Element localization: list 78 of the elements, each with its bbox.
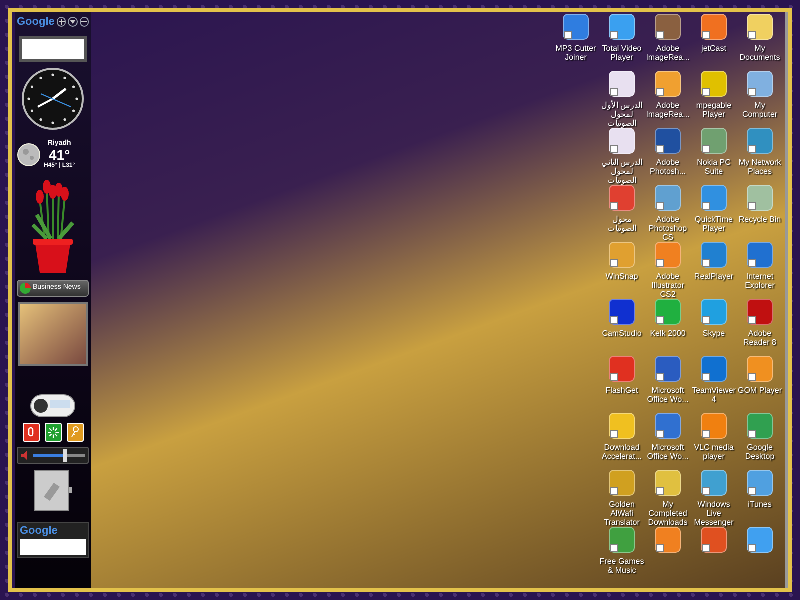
icon-label: FlashGet <box>604 386 640 395</box>
icon-label: Adobe ImageRea... <box>645 44 691 62</box>
icon-label: Adobe ImageRea... <box>645 101 691 119</box>
shortcut-icon[interactable] <box>747 71 773 97</box>
analog-clock-drawing <box>21 66 85 130</box>
add-gadget-button[interactable] <box>56 17 66 28</box>
restart-button[interactable] <box>44 422 62 442</box>
icon-label: My Documents <box>738 44 782 62</box>
shortcut-icon[interactable] <box>609 14 635 40</box>
icon-label: My Network Places <box>738 158 782 176</box>
shortcut-icon[interactable] <box>563 14 589 40</box>
icon-label: الدرس الأول لمحول الصوتيات <box>600 101 644 128</box>
icon-label: iTunes <box>747 500 773 509</box>
shortcut-icon[interactable] <box>655 14 681 40</box>
moon-icon <box>17 142 41 166</box>
shortcut-icon[interactable] <box>609 299 635 325</box>
plus-icon <box>58 19 65 26</box>
shortcut-icon[interactable] <box>701 527 727 553</box>
icon-label: My Computer <box>741 101 779 119</box>
google-logo: Google <box>17 15 55 30</box>
icon-label: TeamViewer 4 <box>691 386 737 404</box>
icon-label: My Completed Downloads <box>647 500 689 527</box>
minus-icon <box>81 21 88 24</box>
shortcut-icon[interactable] <box>655 71 681 97</box>
search-field[interactable] <box>20 539 86 555</box>
icon-label: Microsoft Office Wo... <box>646 386 690 404</box>
speaker-icon <box>21 450 30 460</box>
icon-label: Windows Live Messenger <box>693 500 735 527</box>
weather-temperature: 41° <box>49 148 70 162</box>
icon-label: Internet Explorer <box>744 272 776 290</box>
pie-chart-icon <box>20 282 31 294</box>
lock-button[interactable] <box>66 422 84 442</box>
shortcut-icon[interactable] <box>655 356 681 382</box>
icon-label: Microsoft Office Wo... <box>646 443 690 461</box>
icon-label: Skype <box>702 329 726 338</box>
icon-label: Adobe Reader 8 <box>742 329 778 347</box>
icon-label: Adobe Photoshop CS <box>648 215 688 242</box>
icon-label: VLC media player <box>693 443 735 461</box>
shortcut-icon[interactable] <box>701 14 727 40</box>
shortcut-icon[interactable] <box>747 14 773 40</box>
spinner-icon <box>48 426 58 438</box>
icon-label: GOM Player <box>737 386 783 395</box>
icon-label: Download Accelerat... <box>600 443 643 461</box>
caret-icon <box>70 20 76 24</box>
icon-label: الدرس الثاني لمحول الصوتيات <box>600 158 644 185</box>
icon-label: mpegable Player <box>695 101 733 119</box>
shortcut-icon[interactable] <box>701 71 727 97</box>
volume-thumb[interactable] <box>63 448 68 462</box>
minimize-button[interactable] <box>80 17 90 28</box>
icon-label: Total Video Player <box>601 44 643 62</box>
shortcut-icon[interactable] <box>747 527 773 553</box>
shortcut-icon[interactable] <box>609 71 635 97</box>
icon-label: Recycle Bin <box>738 215 782 224</box>
icon-label: Adobe Illustrator CS2 <box>650 272 686 299</box>
icon-label: Kelk 2000 <box>649 329 687 338</box>
dropdown-button[interactable] <box>68 17 78 28</box>
icon-label: WinSnap <box>604 272 640 281</box>
icon-label: Google Desktop <box>744 443 776 461</box>
icon-label: jetCast <box>700 44 728 53</box>
icon-label: Nokia PC Suite <box>696 158 732 176</box>
google-logo: Google <box>20 524 59 538</box>
key-icon <box>70 426 80 438</box>
icon-label: Free Games & Music <box>599 557 645 575</box>
search-field[interactable] <box>19 36 87 62</box>
shortcut-icon[interactable] <box>609 128 635 154</box>
shortcut-icon[interactable] <box>747 299 773 325</box>
icon-label: QuickTime Player <box>694 215 734 233</box>
icon-label: Adobe Photosh... <box>648 158 688 176</box>
icon-label: MP3 Cutter Joiner <box>554 44 598 62</box>
icon-label: Golden AlWafi Translator <box>603 500 641 527</box>
icon-label: CamStudio <box>601 329 643 338</box>
media-player-drawing <box>30 394 76 418</box>
power-button[interactable] <box>22 422 40 442</box>
photo-placeholder <box>18 302 88 366</box>
shortcut-icon[interactable] <box>655 527 681 553</box>
shortcut-icon[interactable] <box>655 128 681 154</box>
icon-label: محول الصوتيات <box>606 215 638 233</box>
icon-label: RealPlayer <box>693 272 735 281</box>
